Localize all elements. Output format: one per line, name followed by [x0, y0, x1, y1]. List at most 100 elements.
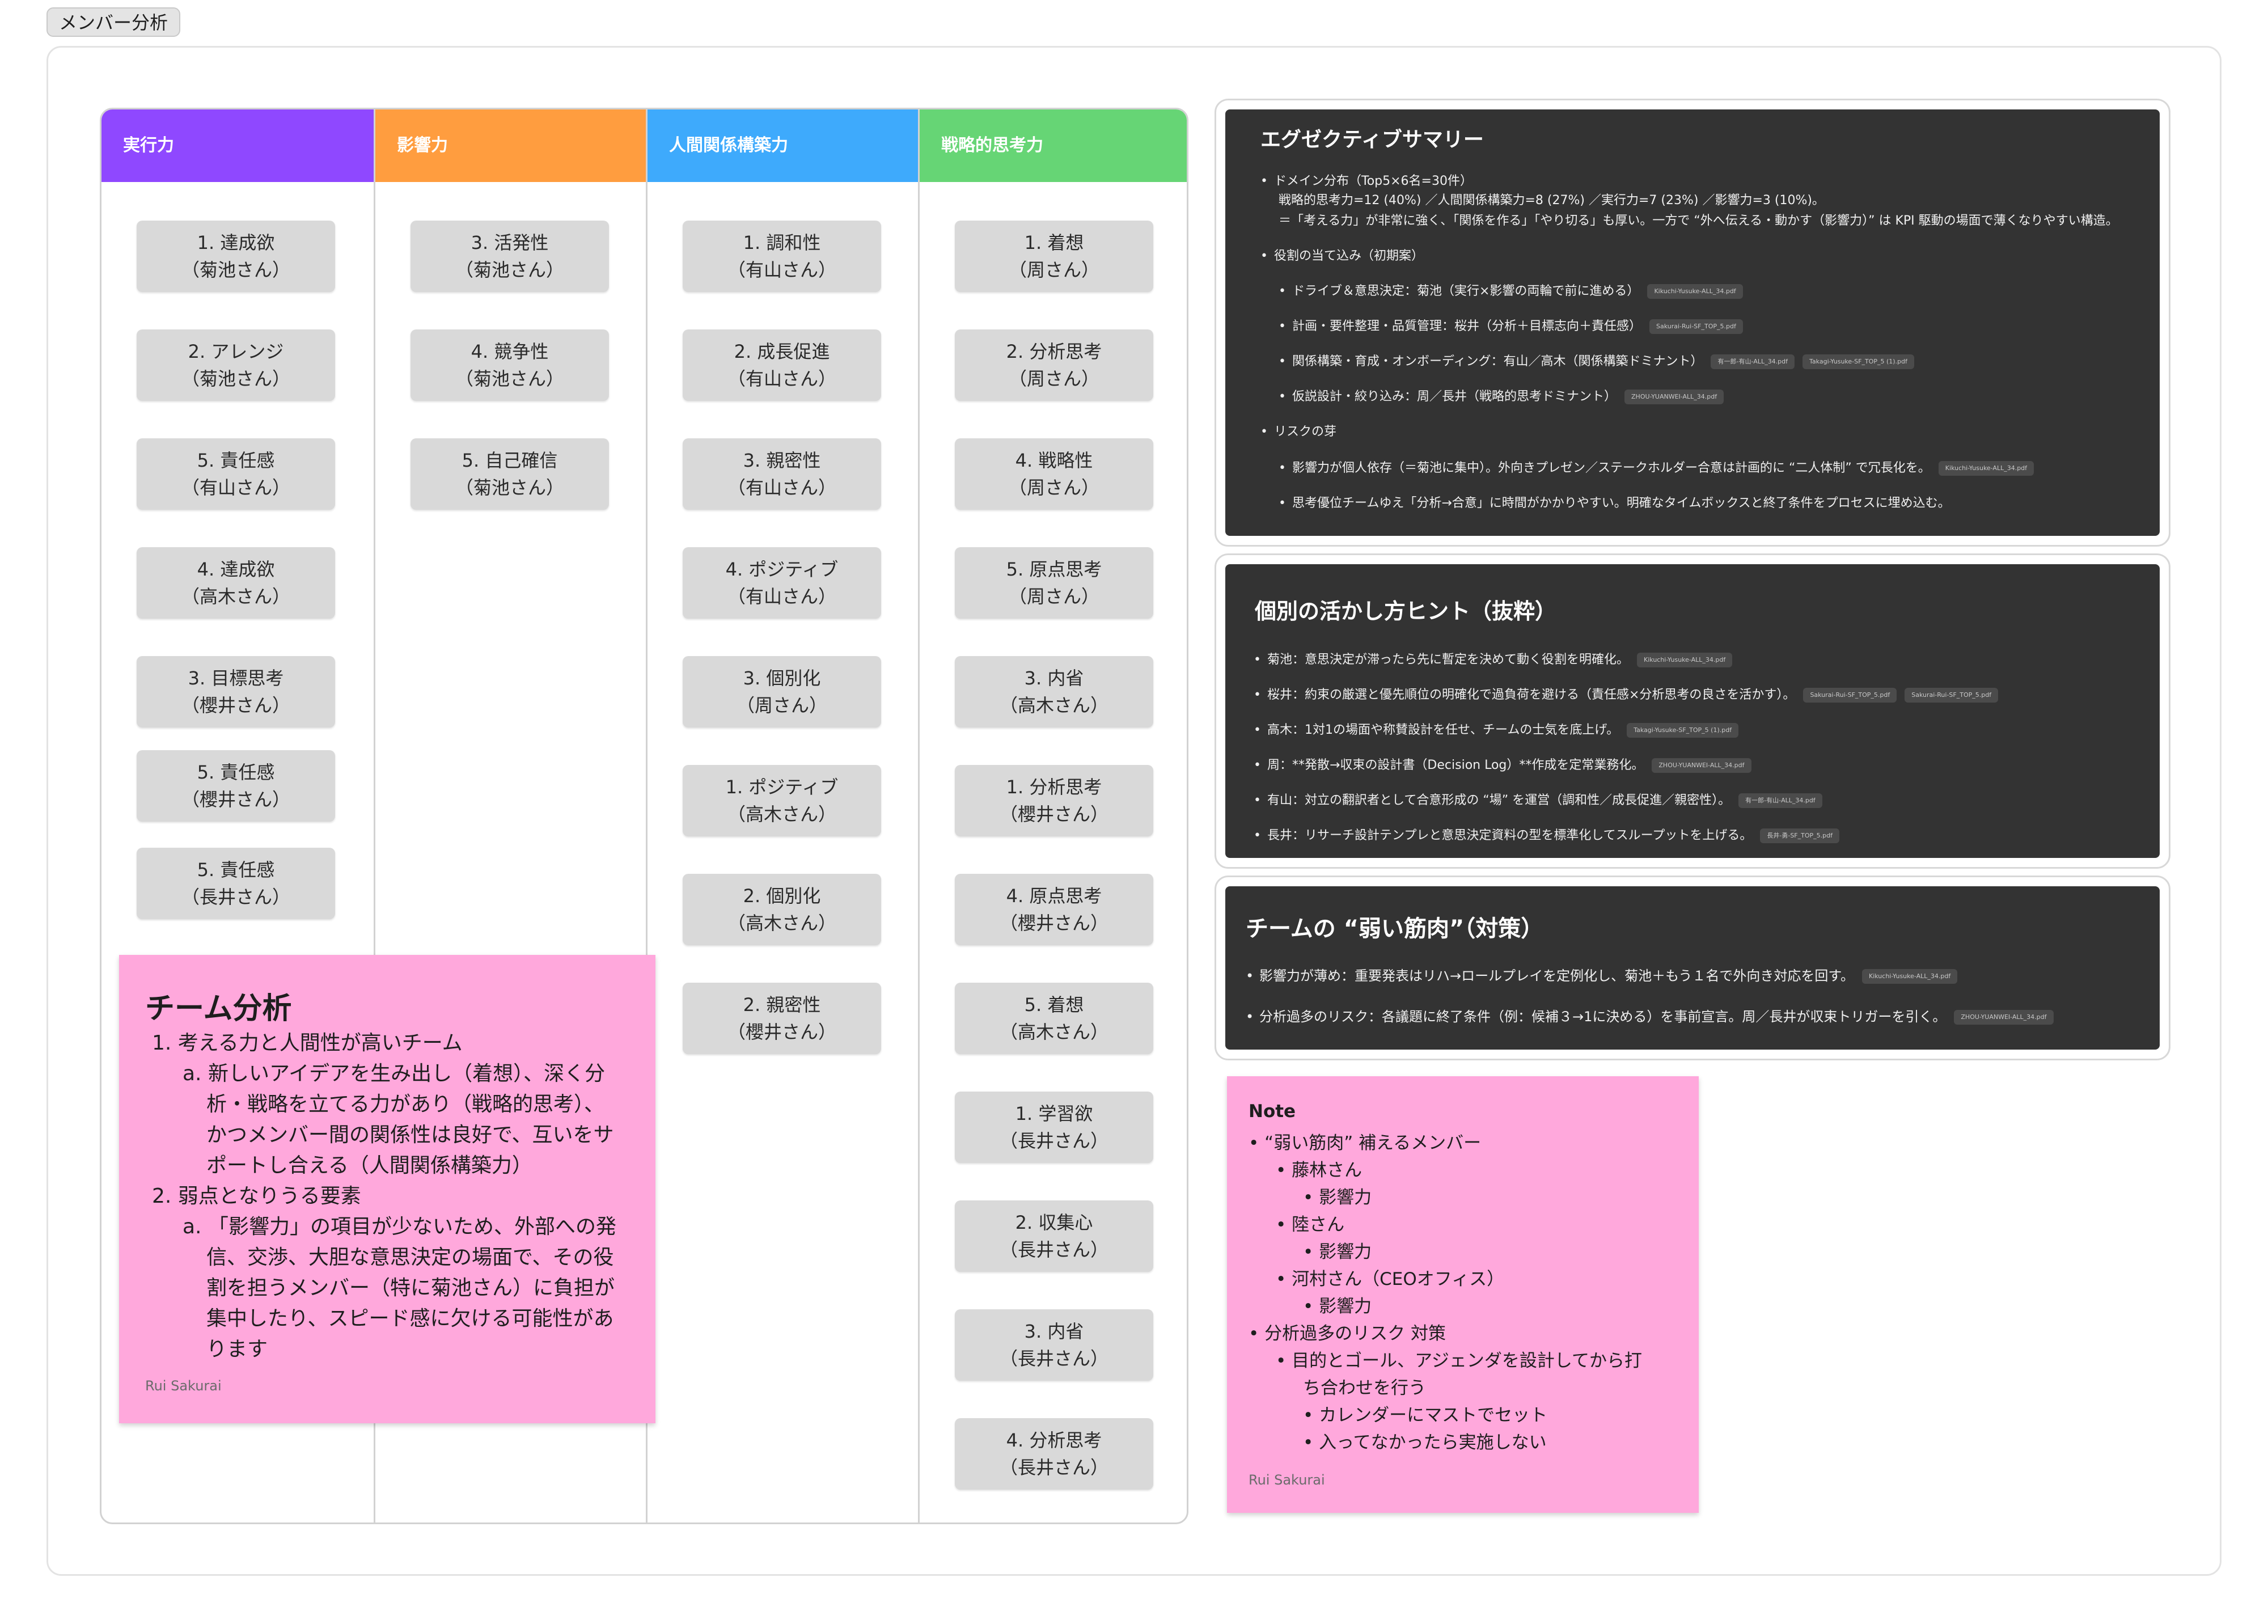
column-header[interactable]: 実行力 [101, 109, 374, 182]
strength-card[interactable]: 1. ポジティブ （高木さん） [683, 765, 881, 836]
strength-card[interactable]: 3. 内省 （高木さん） [955, 656, 1153, 728]
strength-card[interactable]: 4. 分析思考 （長井さん） [955, 1418, 1153, 1490]
column-header[interactable]: 人間関係構築力 [648, 109, 918, 182]
file-reference-chip[interactable]: Sakurai-Rui-SF_TOP_5.pdf [1649, 319, 1743, 334]
strength-card[interactable]: 4. ポジティブ （有山さん） [683, 547, 881, 619]
strength-card[interactable]: 1. 達成欲 （菊池さん） [137, 221, 335, 292]
member-name: （周さん） [1008, 368, 1099, 390]
strength-name: 3. 目標思考 [188, 667, 284, 689]
strength-card[interactable]: 2. アレンジ （菊池さん） [137, 329, 335, 401]
sticky-line: 析・戦略を立てる力があり（戦略的思考）、 [206, 1093, 605, 1116]
sticky-line: • 影響力 [1303, 1296, 1372, 1317]
strength-card[interactable]: 5. 責任感 （長井さん） [137, 848, 335, 919]
member-name: （有山さん） [181, 477, 290, 498]
strength-card[interactable]: 5. 原点思考 （周さん） [955, 547, 1153, 619]
strength-card[interactable]: 1. 学習欲 （長井さん） [955, 1092, 1153, 1163]
summary-line-text: ドメイン分布（Top5×6名=30件） [1274, 174, 1472, 188]
file-reference-chip[interactable]: Sakurai-Rui-SF_TOP_5.pdf [1803, 688, 1897, 703]
strength-name: 2. 収集心 [1015, 1212, 1093, 1233]
file-reference-chip[interactable]: Kikuchi-Yusuke-ALL_34.pdf [1637, 653, 1733, 667]
summary-line-text: 高木：1対1の場面や称賛設計を任せ、チームの士気を底上げ。 [1267, 723, 1619, 737]
strength-card[interactable]: 4. 達成欲 （高木さん） [137, 547, 335, 619]
strength-card[interactable]: 5. 責任感 （有山さん） [137, 438, 335, 510]
section-label[interactable]: メンバー分析 [46, 7, 181, 37]
member-name: （高木さん） [727, 912, 836, 934]
member-name: （櫻井さん） [181, 695, 290, 716]
strength-card[interactable]: 2. 個別化 （高木さん） [683, 874, 881, 945]
executive-summary-card[interactable]: エグゼクティブサマリー • ドメイン分布（Top5×6名=30件） 戦略的思考力=1… [1215, 99, 2170, 547]
file-reference-chip[interactable]: Kikuchi-Yusuke-ALL_34.pdf [1647, 284, 1743, 299]
sticky-line: • カレンダーにマストでセット [1303, 1405, 1548, 1426]
sticky-line: a. 「影響力」の項目が少ないため、外部への発 [183, 1215, 616, 1238]
bullet-icon: • [1279, 461, 1286, 475]
file-reference-chip[interactable]: Kikuchi-Yusuke-ALL_34.pdf [1862, 969, 1958, 984]
strength-card[interactable]: 3. 活発性 （菊池さん） [411, 221, 609, 292]
column-header[interactable]: 影響力 [375, 109, 646, 182]
strength-card[interactable]: 3. 目標思考 （櫻井さん） [137, 656, 335, 728]
file-reference-chip[interactable]: ZHOU-YUANWEI-ALL_34.pdf [1652, 758, 1751, 773]
weak-muscle-panel: チームの “弱い筋肉”（対策） • 影響力が薄め：重要発表はリハ→ロールプレイを定… [1225, 886, 2160, 1050]
strength-card[interactable]: 5. 責任感 （櫻井さん） [137, 750, 335, 822]
weak-muscle-card[interactable]: チームの “弱い筋肉”（対策） • 影響力が薄め：重要発表はリハ→ロールプレイを定… [1215, 876, 2170, 1060]
strength-card[interactable]: 1. 調和性 （有山さん） [683, 221, 881, 292]
file-reference-chip[interactable]: Takagi-Yusuke-SF_TOP_5 (1).pdf [1627, 723, 1739, 738]
member-name: （長井さん） [999, 1130, 1108, 1152]
strength-card[interactable]: 1. 分析思考 （櫻井さん） [955, 765, 1153, 836]
file-reference-chip[interactable]: Kikuchi-Yusuke-ALL_34.pdf [1938, 461, 2034, 476]
summary-line: • 長井：リサーチ設計テンプレと意思決定資料の型を標準化してスループットを上げる。… [1254, 825, 1839, 843]
sticky-line: • 影響力 [1303, 1187, 1372, 1208]
file-reference-chip[interactable]: 長井-勇-SF_TOP_5.pdf [1760, 828, 1839, 843]
strength-card[interactable]: 5. 自己確信 （菊池さん） [411, 438, 609, 510]
summary-line: • ドメイン分布（Top5×6名=30件） [1260, 171, 1472, 189]
strength-card[interactable]: 2. 親密性 （櫻井さん） [683, 983, 881, 1054]
strength-card[interactable]: 4. 原点思考 （櫻井さん） [955, 874, 1153, 945]
bullet-icon: • [1260, 174, 1268, 188]
file-reference-chip[interactable]: ZHOU-YUANWEI-ALL_34.pdf [1954, 1010, 2054, 1025]
strength-name: 3. 個別化 [743, 667, 821, 689]
summary-line: • ドライブ＆意思決定：菊池（実行×影響の両輪で前に進める） Kikuchi-Yus… [1279, 281, 1743, 299]
summary-line: • 影響力が個人依存（＝菊池に集中）。外向きプレゼン／ステークホルダー合意は計画的… [1279, 458, 2034, 476]
weak-muscle-title: チームの “弱い筋肉”（対策） [1246, 916, 1544, 942]
strength-card[interactable]: 3. 個別化 （周さん） [683, 656, 881, 728]
strength-card[interactable]: 2. 成長促進 （有山さん） [683, 329, 881, 401]
column-header[interactable]: 戦略的思考力 [920, 109, 1187, 182]
file-reference-chip[interactable]: 有一郎-有山-ALL_34.pdf [1711, 354, 1795, 369]
strength-card[interactable]: 5. 着想 （高木さん） [955, 983, 1153, 1054]
sticky-note-note[interactable]: Note Rui Sakurai • “弱い筋肉” 補えるメンバー • 藤林さん •… [1227, 1076, 1699, 1513]
strength-card[interactable]: 2. 分析思考 （周さん） [955, 329, 1153, 401]
summary-line-text: 影響力が薄め：重要発表はリハ→ロールプレイを定例化し、菊池＋もう１名で外向き対応… [1259, 968, 1854, 984]
file-reference-chip[interactable]: Takagi-Yusuke-SF_TOP_5 (1).pdf [1802, 354, 1914, 369]
strength-card[interactable]: 4. 戦略性 （周さん） [955, 438, 1153, 510]
strength-card[interactable]: 4. 競争性 （菊池さん） [411, 329, 609, 401]
summary-line: ＝「考える力」が非常に強く、「関係を作る」「やり切る」も厚い。一方で “外へ伝え… [1279, 210, 2118, 229]
member-name: （菊池さん） [455, 477, 564, 498]
executive-summary-panel: エグゼクティブサマリー • ドメイン分布（Top5×6名=30件） 戦略的思考力=1… [1225, 109, 2160, 536]
strength-name: 3. 親密性 [743, 450, 821, 471]
summary-line-text: ドライブ＆意思決定：菊池（実行×影響の両輪で前に進める） [1292, 284, 1640, 298]
strength-card[interactable]: 3. 親密性 （有山さん） [683, 438, 881, 510]
strength-name: 4. 達成欲 [197, 559, 275, 580]
bullet-icon: • [1260, 249, 1268, 263]
summary-line: • 関係構築・育成・オンボーディング：有山／高木（関係構築ドミナント） 有一郎-有山… [1279, 351, 1914, 369]
file-reference-chip[interactable]: ZHOU-YUANWEI-ALL_34.pdf [1624, 390, 1724, 404]
strength-name: 5. 着想 [1024, 994, 1084, 1016]
strength-card[interactable]: 1. 着想 （周さん） [955, 221, 1153, 292]
member-name: （高木さん） [999, 695, 1108, 716]
file-reference-chip[interactable]: 有一郎-有山-ALL_34.pdf [1738, 793, 1822, 808]
bullet-icon: • [1279, 390, 1286, 404]
strength-name: 1. 分析思考 [1006, 776, 1102, 798]
summary-line-text: 長井：リサーチ設計テンプレと意思決定資料の型を標準化してスループットを上げる。 [1267, 828, 1753, 843]
strength-name: 5. 自己確信 [462, 450, 558, 471]
strength-card[interactable]: 3. 内省 （長井さん） [955, 1309, 1153, 1381]
sticky-note-team-analysis[interactable]: チーム分析 Rui Sakurai 1. 考える力と人間性が高いチーム a. 新し… [119, 955, 655, 1423]
strength-name: 5. 責任感 [197, 762, 275, 783]
member-name: （周さん） [736, 695, 827, 716]
bullet-icon: • [1279, 319, 1286, 333]
bullet-icon: • [1279, 284, 1286, 298]
hints-card[interactable]: 個別の活かし方ヒント（抜粋） • 菊池：意思決定が滞ったら先に暫定を決めて動く役割… [1215, 553, 2170, 869]
strength-card[interactable]: 2. 収集心 （長井さん） [955, 1200, 1153, 1272]
sticky-title: チーム分析 [145, 992, 292, 1026]
bullet-icon: • [1254, 828, 1261, 843]
file-reference-chip[interactable]: Sakurai-Rui-SF_TOP_5.pdf [1905, 688, 1999, 703]
sticky-line: a. 新しいアイデアを生み出し（着想）、深く分 [183, 1062, 606, 1085]
